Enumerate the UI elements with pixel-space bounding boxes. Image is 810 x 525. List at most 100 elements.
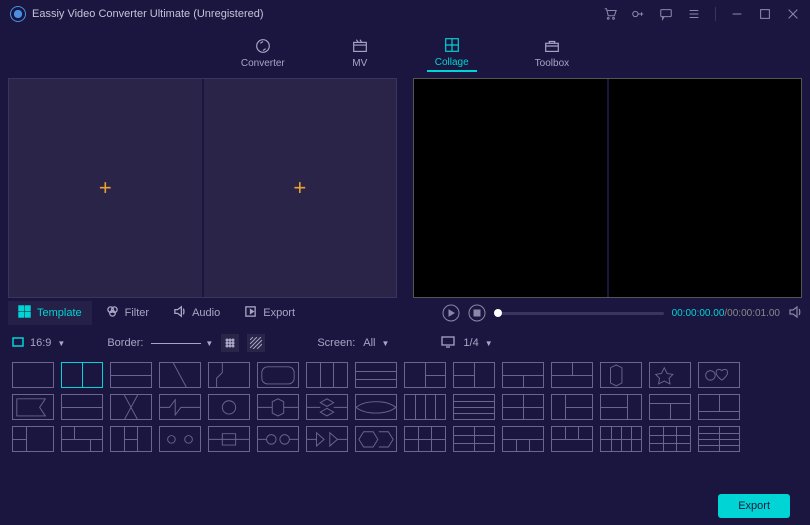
border-pattern-button[interactable] — [247, 334, 265, 352]
preview-cell-2 — [609, 79, 802, 297]
template-s9[interactable] — [404, 426, 446, 452]
template-grid4[interactable] — [502, 394, 544, 420]
template-s8[interactable] — [355, 426, 397, 452]
template-s1[interactable] — [12, 426, 54, 452]
template-r5[interactable] — [208, 394, 250, 420]
template-r7[interactable] — [306, 394, 348, 420]
subtab-template[interactable]: Template — [8, 301, 92, 325]
template-r11[interactable] — [649, 394, 691, 420]
controls-row: Template Filter Audio Export 00:00:00.00… — [0, 298, 810, 328]
template-s14[interactable] — [649, 426, 691, 452]
template-r10[interactable] — [600, 394, 642, 420]
subtab-label: Template — [37, 307, 82, 319]
template-1x1[interactable] — [12, 362, 54, 388]
template-r9[interactable] — [551, 394, 593, 420]
chevron-down-icon: ▼ — [485, 339, 493, 348]
template-r6[interactable] — [257, 394, 299, 420]
nav-label: Collage — [435, 57, 469, 68]
audio-icon — [173, 305, 186, 321]
template-t[interactable] — [502, 362, 544, 388]
template-r12[interactable] — [698, 394, 740, 420]
display-select[interactable]: 1/4 ▼ — [463, 337, 492, 349]
maximize-icon[interactable] — [758, 7, 772, 21]
template-3v[interactable] — [306, 362, 348, 388]
template-2h[interactable] — [110, 362, 152, 388]
cart-icon[interactable] — [603, 7, 617, 21]
template-l[interactable] — [404, 362, 446, 388]
nav-mv[interactable]: MV — [343, 35, 377, 71]
chevron-down-icon: ▼ — [205, 339, 213, 348]
template-s15[interactable] — [698, 426, 740, 452]
mv-icon — [351, 37, 369, 55]
nav-collage[interactable]: Collage — [427, 34, 477, 72]
current-time: 00:00:00.00 — [672, 308, 725, 319]
plus-icon: + — [293, 175, 306, 201]
template-s11[interactable] — [502, 426, 544, 452]
minimize-icon[interactable] — [730, 7, 744, 21]
template-s5[interactable] — [208, 426, 250, 452]
template-t2[interactable] — [551, 362, 593, 388]
border-style-select[interactable]: ▼ — [151, 339, 213, 348]
template-diag[interactable] — [159, 362, 201, 388]
template-r3[interactable] — [110, 394, 152, 420]
template-4h[interactable] — [453, 394, 495, 420]
nav-label: MV — [352, 58, 367, 69]
template-round[interactable] — [257, 362, 299, 388]
drop-cell-2[interactable]: + — [204, 79, 397, 297]
nav-converter[interactable]: Converter — [233, 35, 293, 71]
nav-label: Converter — [241, 58, 285, 69]
time-display: 00:00:00.00/00:00:01.00 — [672, 308, 780, 319]
template-r2[interactable] — [61, 394, 103, 420]
screen-select[interactable]: All ▼ — [363, 337, 389, 349]
feedback-icon[interactable] — [659, 7, 673, 21]
template-s3[interactable] — [110, 426, 152, 452]
stop-button[interactable] — [468, 304, 486, 322]
template-r4[interactable] — [159, 394, 201, 420]
play-button[interactable] — [442, 304, 460, 322]
preview-area — [413, 78, 802, 298]
converter-icon — [254, 37, 272, 55]
template-s6[interactable] — [257, 426, 299, 452]
template-3h[interactable] — [355, 362, 397, 388]
export-icon — [244, 305, 257, 321]
key-icon[interactable] — [631, 7, 645, 21]
app-logo-icon — [10, 6, 26, 22]
chevron-down-icon: ▼ — [382, 339, 390, 348]
subtab-label: Audio — [192, 307, 220, 319]
template-l2[interactable] — [453, 362, 495, 388]
template-s10[interactable] — [453, 426, 495, 452]
template-2v[interactable] — [61, 362, 103, 388]
template-heart[interactable] — [698, 362, 740, 388]
template-s7[interactable] — [306, 426, 348, 452]
ratio-select[interactable]: 16:9 ▼ — [12, 336, 65, 351]
subtab-export[interactable]: Export — [234, 301, 305, 325]
subtab-audio[interactable]: Audio — [163, 301, 230, 325]
nav-toolbox[interactable]: Toolbox — [527, 35, 577, 71]
border-grid-button[interactable] — [221, 334, 239, 352]
border-label: Border: — [107, 337, 143, 349]
volume-icon[interactable] — [788, 305, 802, 322]
menu-icon[interactable] — [687, 7, 701, 21]
progress-bar[interactable] — [494, 312, 664, 315]
template-s2[interactable] — [61, 426, 103, 452]
template-s4[interactable] — [159, 426, 201, 452]
close-icon[interactable] — [786, 7, 800, 21]
divider — [715, 7, 716, 21]
template-star[interactable] — [649, 362, 691, 388]
subtab-label: Export — [263, 307, 295, 319]
template-s13[interactable] — [600, 426, 642, 452]
progress-handle[interactable] — [494, 309, 502, 317]
template-s12[interactable] — [551, 426, 593, 452]
subtab-filter[interactable]: Filter — [96, 301, 159, 325]
template-r8[interactable] — [355, 394, 397, 420]
screen-value: All — [363, 337, 375, 349]
footer: Export — [0, 487, 810, 525]
template-notch[interactable] — [208, 362, 250, 388]
template-4v[interactable] — [404, 394, 446, 420]
template-flag[interactable] — [12, 394, 54, 420]
drop-cell-1[interactable]: + — [9, 79, 202, 297]
total-time: /00:00:01.00 — [724, 308, 780, 319]
template-hex[interactable] — [600, 362, 642, 388]
export-button[interactable]: Export — [718, 494, 790, 518]
ratio-value: 16:9 — [30, 337, 51, 349]
